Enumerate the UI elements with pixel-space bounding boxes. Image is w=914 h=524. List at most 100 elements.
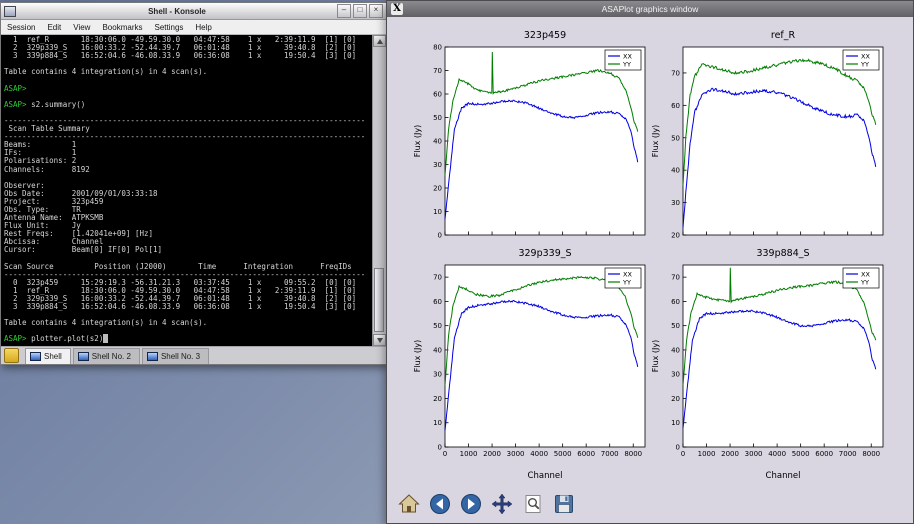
- svg-text:60: 60: [433, 91, 442, 99]
- plot-toolbar: [387, 489, 913, 523]
- tab-label: Shell No. 2: [92, 352, 131, 361]
- svg-text:YY: YY: [622, 279, 631, 287]
- plot-titlebar[interactable]: X ASAPlot graphics window: [387, 1, 913, 17]
- svg-text:Channel: Channel: [766, 471, 801, 481]
- svg-text:8000: 8000: [624, 450, 642, 458]
- shell-icon: [78, 352, 89, 361]
- forward-button[interactable]: [458, 493, 484, 519]
- svg-text:30: 30: [671, 371, 680, 379]
- svg-text:10: 10: [433, 419, 442, 427]
- svg-text:5000: 5000: [792, 450, 810, 458]
- svg-text:10: 10: [671, 419, 680, 427]
- tab-shell-no-3[interactable]: Shell No. 3: [142, 348, 209, 364]
- svg-text:4000: 4000: [530, 450, 548, 458]
- svg-text:Flux (Jy): Flux (Jy): [413, 340, 422, 373]
- zoom-button[interactable]: [520, 493, 546, 519]
- tab-label: Shell No. 3: [161, 352, 200, 361]
- menu-edit[interactable]: Edit: [41, 22, 67, 33]
- svg-text:XX: XX: [623, 271, 632, 279]
- svg-text:70: 70: [671, 274, 680, 282]
- svg-text:YY: YY: [860, 61, 869, 69]
- svg-text:8000: 8000: [862, 450, 880, 458]
- legend: XXYY: [605, 50, 641, 70]
- x11-icon: X: [391, 3, 403, 15]
- svg-text:80: 80: [433, 44, 442, 52]
- scroll-down-button[interactable]: [373, 334, 386, 346]
- menu-settings[interactable]: Settings: [148, 22, 189, 33]
- svg-text:60: 60: [671, 102, 680, 110]
- svg-text:50: 50: [433, 322, 442, 330]
- svg-text:50: 50: [671, 322, 680, 330]
- svg-text:20: 20: [433, 395, 442, 403]
- figure-canvas: 01020304050607080XXYY323p459Flux (Jy)203…: [387, 17, 913, 489]
- svg-text:30: 30: [433, 161, 442, 169]
- svg-text:4000: 4000: [768, 450, 786, 458]
- scroll-up-button[interactable]: [373, 35, 386, 47]
- svg-text:60: 60: [433, 298, 442, 306]
- home-button[interactable]: [396, 493, 422, 519]
- terminal-menubar: SessionEditViewBookmarksSettingsHelp: [1, 20, 386, 35]
- legend: XXYY: [843, 268, 879, 288]
- subplot-ref_R: 203040506070XXYYref_RFlux (Jy): [649, 25, 889, 243]
- subplot-329p339_S: 0102030405060700100020003000400050006000…: [411, 243, 651, 483]
- new-session-button[interactable]: [4, 348, 19, 363]
- menu-session[interactable]: Session: [1, 22, 41, 33]
- svg-text:0: 0: [443, 450, 447, 458]
- subplot-339p884_S: 0102030405060700100020003000400050006000…: [649, 243, 889, 483]
- legend: XXYY: [605, 268, 641, 288]
- window-buttons: –□×: [335, 4, 383, 18]
- desktop: Shell - Konsole –□× SessionEditViewBookm…: [0, 0, 914, 524]
- svg-text:70: 70: [433, 274, 442, 282]
- save-button[interactable]: [551, 493, 577, 519]
- svg-text:7000: 7000: [839, 450, 857, 458]
- svg-text:40: 40: [671, 346, 680, 354]
- svg-text:1000: 1000: [460, 450, 478, 458]
- svg-text:XX: XX: [861, 271, 870, 279]
- svg-text:50: 50: [671, 134, 680, 142]
- svg-text:70: 70: [671, 69, 680, 77]
- svg-text:0: 0: [438, 232, 442, 240]
- svg-text:30: 30: [671, 199, 680, 207]
- menu-help[interactable]: Help: [189, 22, 217, 33]
- svg-text:6000: 6000: [815, 450, 833, 458]
- minimize-button[interactable]: –: [337, 4, 351, 18]
- tab-shell-no-2[interactable]: Shell No. 2: [73, 348, 140, 364]
- shell-icon: [147, 352, 158, 361]
- arrow-down-icon: [377, 338, 383, 343]
- svg-text:ref_R: ref_R: [771, 30, 796, 41]
- plot-window-title: ASAPlot graphics window: [407, 4, 893, 14]
- terminal-scrollbar[interactable]: [372, 35, 386, 346]
- svg-text:Flux (Jy): Flux (Jy): [651, 340, 660, 373]
- svg-text:Channel: Channel: [528, 471, 563, 481]
- zoom-icon: [522, 493, 544, 520]
- svg-text:Flux (Jy): Flux (Jy): [651, 125, 660, 158]
- close-button[interactable]: ×: [369, 4, 383, 18]
- svg-text:3000: 3000: [507, 450, 525, 458]
- terminal-screen[interactable]: 1 ref_R 18:30:06.0 -49.59.30.0 04:47:58 …: [1, 35, 386, 346]
- svg-text:5000: 5000: [554, 450, 572, 458]
- svg-text:XX: XX: [623, 53, 632, 61]
- save-icon: [553, 493, 575, 520]
- menu-bookmarks[interactable]: Bookmarks: [96, 22, 148, 33]
- svg-text:7000: 7000: [601, 450, 619, 458]
- back-button[interactable]: [427, 493, 453, 519]
- svg-text:3000: 3000: [745, 450, 763, 458]
- svg-text:50: 50: [433, 114, 442, 122]
- menu-view[interactable]: View: [67, 22, 96, 33]
- tab-shell[interactable]: Shell: [25, 348, 71, 364]
- svg-text:6000: 6000: [577, 450, 595, 458]
- svg-text:2000: 2000: [721, 450, 739, 458]
- shell-icon: [30, 352, 41, 361]
- svg-text:0: 0: [681, 450, 685, 458]
- scrollbar-thumb[interactable]: [374, 268, 384, 332]
- svg-text:40: 40: [671, 167, 680, 175]
- konsole-icon: [4, 6, 16, 17]
- pan-button[interactable]: [489, 493, 515, 519]
- svg-text:Flux (Jy): Flux (Jy): [413, 125, 422, 158]
- maximize-button[interactable]: □: [353, 4, 367, 18]
- svg-text:0: 0: [438, 444, 442, 452]
- svg-text:40: 40: [433, 346, 442, 354]
- svg-text:329p339_S: 329p339_S: [518, 248, 571, 259]
- svg-text:323p459: 323p459: [524, 30, 566, 41]
- terminal-titlebar[interactable]: Shell - Konsole –□×: [1, 3, 386, 20]
